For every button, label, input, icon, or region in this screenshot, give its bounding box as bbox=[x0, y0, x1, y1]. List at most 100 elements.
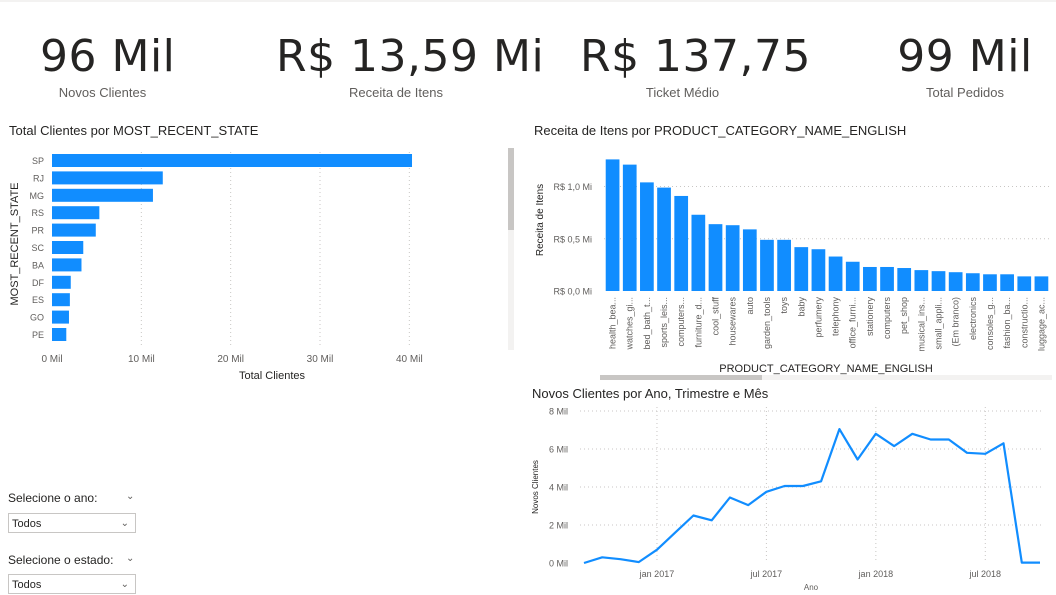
y-axis-title: Receita de Itens bbox=[535, 184, 546, 256]
y-tick-label: R$ 1,0 Mi bbox=[553, 182, 592, 192]
chevron-down-icon[interactable]: ⌄ bbox=[126, 491, 134, 502]
y-tick-label: RJ bbox=[33, 173, 44, 183]
kpi-label: Receita de Itens bbox=[349, 85, 443, 100]
x-tick-label: office_furni... bbox=[848, 297, 858, 348]
y-axis-title: MOST_RECENT_STATE bbox=[9, 182, 21, 305]
y-tick-label: 6 Mil bbox=[549, 445, 568, 455]
x-tick-label: 10 Mil bbox=[128, 354, 155, 365]
slicer-estado-dropdown[interactable]: Todos ⌄ bbox=[8, 574, 136, 594]
x-tick-label: jul 2018 bbox=[969, 569, 1002, 579]
x-axis-title: PRODUCT_CATEGORY_NAME_ENGLISH bbox=[719, 363, 933, 375]
x-tick-label: 20 Mil bbox=[217, 354, 244, 365]
bar bbox=[52, 223, 96, 237]
bar bbox=[708, 224, 723, 291]
kpi-value: R$ 137,75 bbox=[580, 31, 812, 82]
chevron-down-icon: ⌄ bbox=[120, 518, 129, 529]
slicer-estado-value: Todos bbox=[12, 579, 42, 591]
slicer-ano-dropdown[interactable]: Todos ⌄ bbox=[8, 513, 136, 533]
slicer-estado-label: Selecione o estado: bbox=[8, 553, 114, 567]
x-axis-title: Ano bbox=[804, 583, 819, 592]
x-tick-label: luggage_ac... bbox=[1036, 297, 1046, 351]
x-tick-label: sports_leis... bbox=[659, 297, 669, 348]
kpi-novos-clientes: 96 Mil Novos Clientes bbox=[40, 30, 176, 100]
kpi-label: Total Pedidos bbox=[925, 85, 1005, 100]
y-tick-label: MG bbox=[30, 191, 45, 201]
slicer-ano: Selecione o ano: ⌄ Todos ⌄ bbox=[8, 491, 140, 536]
bar bbox=[605, 159, 620, 291]
bar bbox=[760, 239, 774, 291]
bar bbox=[742, 229, 757, 291]
bar bbox=[52, 293, 70, 307]
kpi-value: 96 Mil bbox=[40, 31, 176, 82]
x-tick-label: watches_gi... bbox=[625, 297, 635, 351]
kpi-label: Ticket Médio bbox=[645, 85, 720, 100]
y-tick-label: R$ 0,5 Mi bbox=[553, 234, 592, 244]
chevron-down-icon[interactable]: ⌄ bbox=[126, 553, 134, 564]
bar bbox=[52, 275, 71, 289]
scrollbar-thumb[interactable] bbox=[508, 148, 514, 230]
chart-novos-clientes-tempo: 0 Mil 2 Mil 4 Mil 6 Mil 8 Mil jan 2017 jul 201… bbox=[531, 407, 1044, 592]
x-tick-label: computers bbox=[882, 297, 892, 340]
bar bbox=[914, 270, 929, 291]
x-tick-label: housewares bbox=[728, 297, 738, 346]
bar bbox=[52, 258, 82, 272]
chevron-down-icon: ⌄ bbox=[120, 579, 129, 590]
x-tick-label: 40 Mil bbox=[396, 354, 423, 365]
x-tick-label: 0 Mil bbox=[41, 354, 62, 365]
bar bbox=[777, 239, 791, 291]
y-tick-label: SP bbox=[32, 156, 44, 166]
bar bbox=[52, 310, 69, 324]
bar bbox=[1000, 274, 1014, 291]
bar bbox=[1034, 276, 1049, 291]
kpi-ticket-medio: R$ 137,75 Ticket Médio bbox=[580, 30, 812, 100]
chart-receita-por-categoria: R$ 0,0 Mi R$ 0,5 Mi R$ 1,0 Mi health_bea...… bbox=[535, 159, 1052, 380]
y-tick-label: R$ 0,0 Mi bbox=[553, 287, 592, 297]
bar bbox=[52, 171, 163, 185]
scrollbar-thumb[interactable] bbox=[600, 375, 762, 380]
x-tick-label: perfumery bbox=[813, 297, 823, 338]
x-tick-label: computers... bbox=[676, 297, 686, 347]
x-tick-label: auto bbox=[745, 297, 755, 315]
bar bbox=[657, 187, 671, 291]
bar bbox=[880, 266, 894, 291]
y-tick-label: PR bbox=[31, 226, 44, 236]
kpi-value: 99 Mil bbox=[897, 31, 1033, 82]
x-tick-label: garden_tools bbox=[762, 297, 772, 350]
slicer-estado: Selecione o estado: ⌄ Todos ⌄ bbox=[8, 553, 140, 594]
x-tick-label: pet_shop bbox=[899, 297, 909, 334]
bar bbox=[52, 328, 67, 341]
y-tick-label: RS bbox=[31, 208, 44, 218]
slicer-ano-label: Selecione o ano: bbox=[8, 491, 98, 505]
chart-title-novos-clientes: Novos Clientes por Ano, Trimestre e Mês bbox=[532, 386, 769, 401]
x-tick-label: stationery bbox=[865, 297, 875, 337]
x-tick-label: cool_stuff bbox=[711, 297, 721, 336]
bar bbox=[52, 241, 84, 254]
x-tick-label: jul 2017 bbox=[750, 569, 783, 579]
y-tick-label: 0 Mil bbox=[549, 559, 568, 569]
bar bbox=[794, 247, 809, 291]
x-axis-title: Total Clientes bbox=[239, 370, 306, 382]
x-tick-label: electronics bbox=[968, 297, 978, 341]
bar bbox=[725, 225, 740, 291]
kpi-receita-itens: R$ 13,59 Mi Receita de Itens bbox=[276, 30, 544, 100]
x-tick-label: musical_ins... bbox=[916, 297, 926, 352]
x-tick-label: fashion_ba... bbox=[1002, 297, 1012, 349]
bar bbox=[828, 256, 843, 291]
bar bbox=[622, 164, 637, 291]
bar bbox=[931, 271, 946, 291]
y-axis-title: Novos Clientes bbox=[531, 460, 540, 514]
bar bbox=[52, 206, 100, 220]
bar bbox=[52, 154, 413, 167]
kpi-total-pedidos: 99 Mil Total Pedidos bbox=[895, 30, 1035, 100]
kpi-label: Novos Clientes bbox=[58, 85, 147, 100]
y-tick-label: DF bbox=[32, 278, 44, 288]
top-border bbox=[0, 0, 1056, 2]
bar bbox=[863, 266, 877, 291]
y-tick-label: ES bbox=[32, 295, 44, 305]
chart-clientes-por-estado: 0 Mil 10 Mil 20 Mil 30 Mil 40 Mil SP RJ MG RS PR S… bbox=[9, 148, 514, 382]
y-tick-label: 2 Mil bbox=[549, 521, 568, 531]
bar bbox=[640, 182, 654, 291]
x-tick-label: consoles_g... bbox=[985, 297, 995, 350]
x-tick-label: 30 Mil bbox=[307, 354, 334, 365]
y-tick-label: BA bbox=[32, 260, 44, 270]
